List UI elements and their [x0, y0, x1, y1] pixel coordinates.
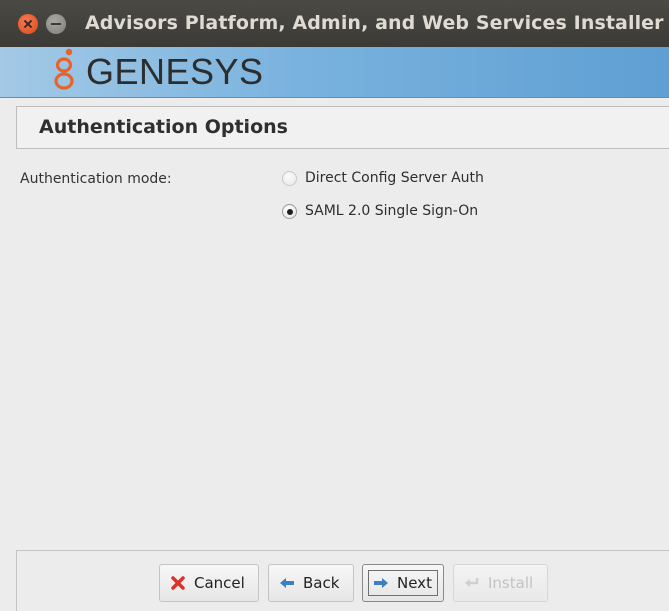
logo-text: GENESYS: [86, 51, 264, 92]
back-button[interactable]: Back: [268, 564, 354, 602]
genesys-logo-icon: [54, 48, 74, 90]
install-button[interactable]: Install: [453, 564, 548, 602]
radio-label-saml: SAML 2.0 Single Sign-On: [305, 203, 479, 219]
title-bar: Advisors Platform, Admin, and Web Servic…: [0, 0, 669, 47]
window-title: Advisors Platform, Admin, and Web Servic…: [85, 12, 664, 34]
next-label: Next: [397, 574, 432, 592]
page-title: Authentication Options: [39, 116, 288, 138]
radio-label-direct-config: Direct Config Server Auth: [305, 170, 484, 186]
installer-window: Advisors Platform, Admin, and Web Servic…: [0, 0, 669, 611]
form-content: Authentication mode: Direct Config Serve…: [0, 150, 669, 550]
auth-mode-label: Authentication mode:: [20, 171, 172, 187]
radio-unchecked-icon[interactable]: [282, 170, 297, 186]
radio-saml-sso[interactable]: SAML 2.0 Single Sign-On: [282, 203, 478, 219]
section-header: Authentication Options: [16, 106, 669, 149]
next-button[interactable]: Next: [362, 564, 444, 602]
brand-banner: GENESYS: [0, 47, 669, 98]
back-label: Back: [303, 574, 340, 592]
cancel-label: Cancel: [194, 574, 245, 592]
close-window-icon[interactable]: [18, 14, 38, 34]
radio-direct-config-server-auth[interactable]: Direct Config Server Auth: [282, 170, 484, 186]
radio-checked-icon[interactable]: [282, 203, 297, 219]
arrow-right-icon: [374, 578, 388, 588]
minimize-window-icon[interactable]: [46, 14, 66, 34]
install-label: Install: [488, 574, 534, 592]
cancel-x-icon: [171, 576, 185, 590]
arrow-left-icon: [280, 578, 294, 588]
install-return-icon: [465, 578, 479, 587]
cancel-button[interactable]: Cancel: [159, 564, 259, 602]
